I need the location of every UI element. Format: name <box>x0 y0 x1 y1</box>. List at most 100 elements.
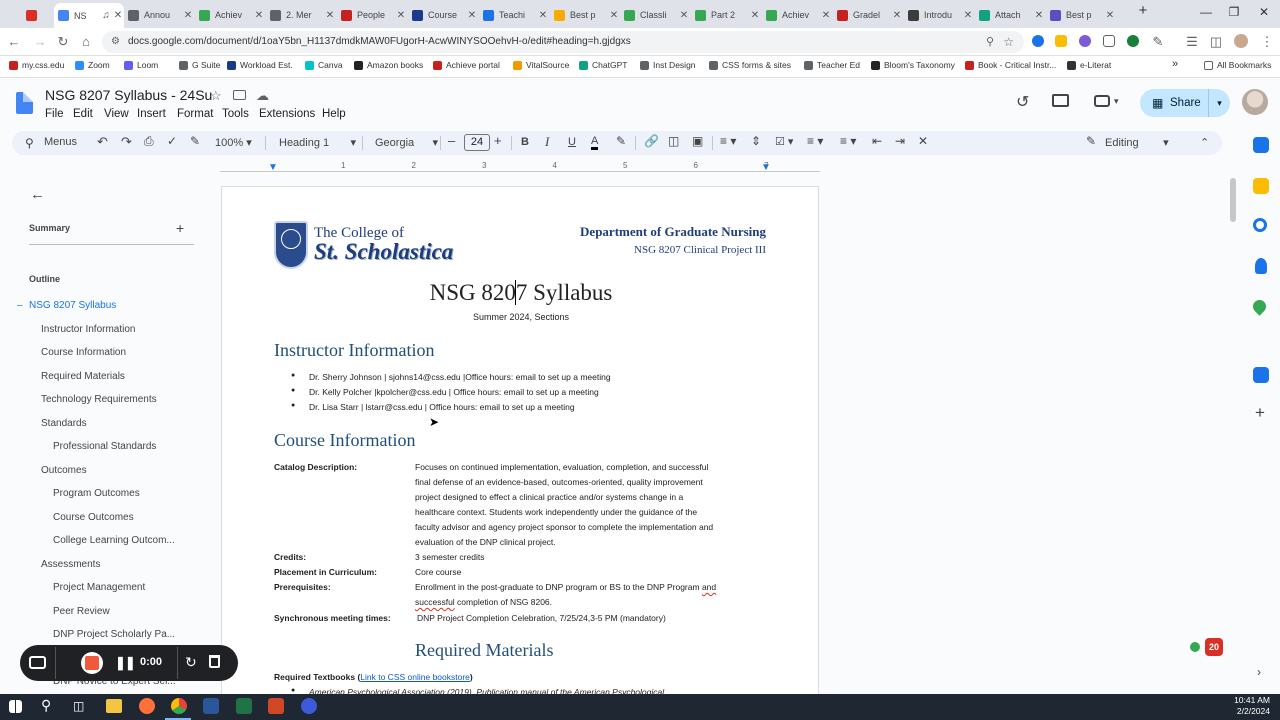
add-summary-icon[interactable]: + <box>176 220 184 236</box>
outline-item[interactable]: Required Materials <box>41 371 125 382</box>
bookstore-link[interactable]: Link to CSS online bookstore <box>360 672 470 682</box>
line-spacing-icon[interactable]: ⇕ <box>751 134 761 148</box>
collapse-toolbar-icon[interactable]: ⌃ <box>1200 136 1209 149</box>
bookmark-item[interactable]: Workload Est. <box>227 60 293 70</box>
bookmark-item[interactable]: Book - Critical Instr... <box>965 60 1056 70</box>
bookmark-item[interactable]: Inst Design <box>640 60 696 70</box>
browser-tab[interactable]: Gradel ✕ <box>833 4 903 26</box>
browser-tab[interactable]: Best p ✕ <box>1046 4 1116 26</box>
zoom-select[interactable]: 100% ▾ <box>215 136 252 149</box>
font-size-input[interactable]: 24 <box>464 134 490 151</box>
close-tab-icon[interactable]: ✕ <box>182 10 194 21</box>
browser-menu-icon[interactable]: ⋮ <box>1259 34 1275 50</box>
comments-icon[interactable] <box>1052 94 1069 107</box>
document-main-title[interactable]: NSG 8207 Syllabus <box>222 280 818 306</box>
firefox-icon[interactable] <box>139 698 155 714</box>
word-icon[interactable] <box>203 698 219 714</box>
bulleted-list-icon[interactable]: ≡ ▾ <box>807 134 823 148</box>
share-button[interactable]: ▦ Share ▾ <box>1140 89 1230 117</box>
expand-panel-chevron-icon[interactable]: › <box>1257 665 1261 679</box>
bookmark-star-icon[interactable]: ☆ <box>1003 31 1014 53</box>
close-tab-icon[interactable]: ✕ <box>891 10 903 21</box>
new-tab-button[interactable]: + <box>1133 2 1153 19</box>
document-scrollbar[interactable] <box>1228 176 1238 690</box>
browser-tab[interactable] <box>22 4 50 26</box>
close-tab-icon[interactable]: ✕ <box>820 10 832 21</box>
checklist-icon[interactable]: ☑ ▾ <box>775 135 793 148</box>
spelling-flag[interactable]: successful <box>415 597 455 607</box>
move-folder-icon[interactable] <box>233 90 246 100</box>
zoom-search-icon[interactable]: ⚲ <box>986 31 994 53</box>
undo-icon[interactable]: ↶ <box>97 134 108 150</box>
meet-video-icon[interactable] <box>1094 95 1110 107</box>
restart-icon[interactable]: ↻ <box>185 654 197 671</box>
document-page[interactable]: The College of St. Scholastica Departmen… <box>221 186 819 696</box>
extension-notes-icon[interactable] <box>1055 35 1067 47</box>
extension-grammarly-icon[interactable] <box>1127 35 1139 47</box>
outline-item[interactable]: Standards <box>41 418 87 429</box>
media-controls-icon[interactable]: ☰ <box>1184 34 1200 50</box>
menu-edit[interactable]: Edit <box>73 108 93 120</box>
search-menus-icon[interactable]: ⚲ <box>25 136 34 150</box>
bookmark-item[interactable]: CSS forms & sites <box>709 60 791 70</box>
outline-item[interactable]: Technology Requirements <box>41 394 157 405</box>
stop-recording-button[interactable] <box>81 652 103 674</box>
outline-item[interactable]: Professional Standards <box>53 441 156 452</box>
notification-badge[interactable]: 20 <box>1205 638 1223 656</box>
keep-icon[interactable] <box>1253 178 1269 194</box>
bookmark-item[interactable]: Amazon books <box>354 60 423 70</box>
outline-item[interactable]: Program Outcomes <box>53 488 140 499</box>
outline-item[interactable]: DNP Project Scholarly Pa... <box>53 629 175 640</box>
underline-icon[interactable]: U <box>568 136 576 148</box>
browser-tab[interactable]: Part 2 ✕ <box>691 4 761 26</box>
delete-trash-icon[interactable] <box>209 655 220 668</box>
outline-item[interactable]: College Learning Outcom... <box>53 535 175 546</box>
search-menus-label[interactable]: Menus <box>44 136 77 148</box>
more-bookmarks-icon[interactable]: » <box>1172 58 1178 70</box>
close-outline-arrow-icon[interactable]: ← <box>30 186 45 203</box>
grammarly-icon[interactable] <box>1188 640 1202 654</box>
browser-tab[interactable]: Attach ✕ <box>975 4 1045 26</box>
maps-icon[interactable] <box>1250 297 1269 316</box>
close-tab-icon[interactable]: ✕ <box>395 10 407 21</box>
outline-item[interactable]: Assessments <box>41 559 100 570</box>
bookmark-item[interactable]: Bloom's Taxonomy <box>871 60 955 70</box>
numbered-list-icon[interactable]: ≡ ▾ <box>840 134 856 148</box>
browser-tab[interactable]: Annou ✕ <box>124 4 194 26</box>
task-view-icon[interactable]: ◫ <box>73 699 84 713</box>
outline-item[interactable]: NSG 8207 Syllabus <box>29 300 116 311</box>
bookmark-item[interactable]: Loom <box>124 60 158 70</box>
pause-icon[interactable]: ❚❚ <box>115 655 136 671</box>
back-icon[interactable]: ← <box>6 34 22 49</box>
decrease-font-size-icon[interactable]: – <box>448 133 455 148</box>
outline-item[interactable]: Outcomes <box>41 465 87 476</box>
bookmark-item[interactable]: Canva <box>305 60 343 70</box>
bookmark-item[interactable]: ChatGPT <box>579 60 627 70</box>
paint-format-icon[interactable]: ✎ <box>190 134 200 148</box>
browser-tab[interactable]: Introdu ✕ <box>904 4 974 26</box>
browser-tab[interactable]: Best p ✕ <box>550 4 620 26</box>
close-tab-icon[interactable]: ✕ <box>1104 10 1116 21</box>
bookmark-item[interactable]: Zoom <box>75 60 110 70</box>
style-select[interactable]: Heading 1 ▾ <box>279 136 356 149</box>
browser-tab[interactable]: NS ♫ ✕ <box>54 3 124 28</box>
browser-tab[interactable]: 2. Mer ✕ <box>266 4 336 26</box>
bookmark-item[interactable]: G Suite <box>179 60 220 70</box>
menu-insert[interactable]: Insert <box>137 108 166 120</box>
taskbar-search-icon[interactable]: ⚲ <box>41 697 51 714</box>
bookmark-item[interactable]: Teacher Ed <box>804 60 860 70</box>
site-info-icon[interactable]: ⚙ <box>111 31 120 53</box>
insert-link-icon[interactable]: 🔗 <box>644 134 659 148</box>
outlook-addon-icon[interactable] <box>1253 367 1269 383</box>
close-tab-icon[interactable]: ✕ <box>608 10 620 21</box>
browser-tab[interactable]: Achiev ✕ <box>195 4 265 26</box>
outline-item[interactable]: Course Outcomes <box>53 512 134 523</box>
docs-logo-icon[interactable] <box>16 92 33 114</box>
menu-extensions[interactable]: Extensions <box>259 108 315 120</box>
reload-icon[interactable]: ↻ <box>55 34 71 50</box>
system-clock[interactable]: 10:41 AM 2/2/2024 <box>1234 695 1270 717</box>
increase-indent-icon[interactable]: ⇥ <box>895 134 905 148</box>
clear-formatting-icon[interactable]: ✕ <box>918 134 928 148</box>
scrollbar-thumb[interactable] <box>1230 178 1236 222</box>
left-indent-marker-icon[interactable]: ▼ <box>268 162 278 173</box>
